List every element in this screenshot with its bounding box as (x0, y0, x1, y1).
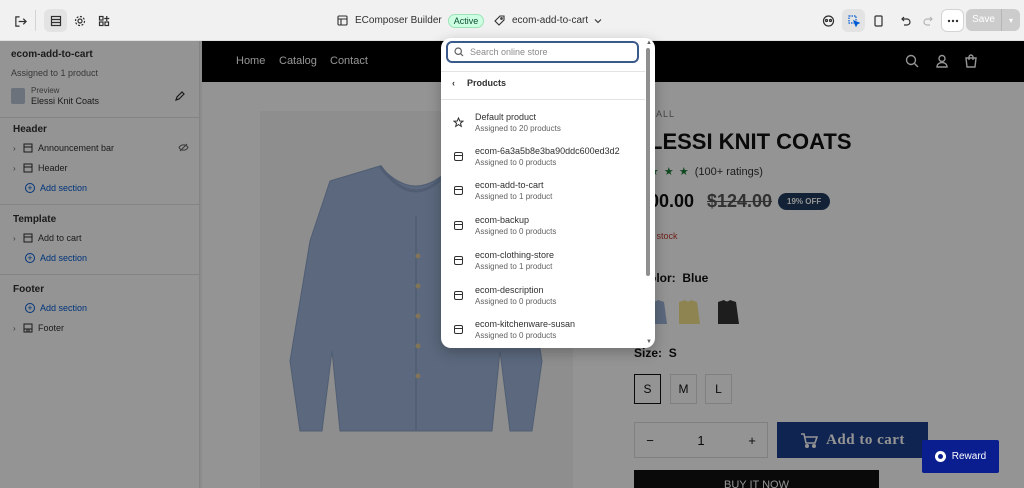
sections-icon (50, 15, 61, 26)
template-option-count: Assigned to 1 product (475, 192, 553, 201)
status-badge: Active (447, 13, 485, 28)
save-button[interactable]: Save ▾ (966, 9, 1020, 31)
mobile-view-button[interactable] (867, 9, 890, 32)
template-option[interactable]: ecom-kitchenware-susan Assigned to 0 prod… (446, 313, 638, 346)
template-option-count: Assigned to 0 products (475, 331, 557, 340)
undo-button[interactable] (893, 9, 916, 32)
template-option-name: ecom-add-to-cart (475, 180, 544, 190)
reward-label: Reward (951, 451, 987, 462)
top-bar: EComposer Builder Active ecom-add-to-car… (0, 0, 1024, 41)
undo-icon (900, 16, 911, 26)
template-icon (451, 185, 465, 196)
search-icon (454, 47, 464, 57)
template-option-name: ecom-backup (475, 215, 530, 225)
chevron-down-icon[interactable]: ▾ (1002, 16, 1020, 25)
star-icon (451, 117, 465, 128)
save-label: Save (966, 9, 1002, 31)
inspect-button[interactable] (842, 9, 865, 32)
more-button[interactable] (941, 9, 964, 32)
template-icon (451, 151, 465, 162)
preview-button[interactable] (817, 9, 840, 32)
template-option-selected[interactable]: ecom-add-to-cart Assigned to 1 product (446, 174, 638, 207)
chevron-left-icon: ‹ (452, 78, 455, 88)
tag-icon (494, 15, 505, 26)
mobile-icon (874, 14, 883, 27)
cursor-select-icon (847, 14, 860, 27)
template-icon (451, 290, 465, 301)
divider (35, 10, 36, 31)
search-field[interactable] (446, 41, 639, 63)
apps-button[interactable] (92, 9, 115, 32)
template-option-name: ecom-description (475, 285, 544, 295)
app-title-group: EComposer Builder Active (337, 0, 485, 41)
template-option-count: Assigned to 20 products (475, 124, 561, 133)
template-option-name: ecom-6a3a5b8e3ba90ddc600ed3d2 (475, 146, 620, 156)
template-selector[interactable]: ecom-add-to-cart (494, 0, 602, 41)
template-option[interactable]: Default product Assigned to 20 products (446, 106, 638, 139)
template-icon (451, 220, 465, 231)
scroll-up-icon[interactable]: ▲ (646, 40, 652, 46)
redo-icon (922, 16, 933, 26)
template-option-count: Assigned to 0 products (475, 158, 557, 167)
template-name: ecom-add-to-cart (512, 15, 589, 26)
app-title: EComposer Builder (355, 15, 442, 26)
eye-icon (822, 14, 835, 27)
exit-icon[interactable] (10, 11, 30, 31)
settings-button[interactable] (68, 9, 91, 32)
template-icon (451, 324, 465, 335)
template-option-name: ecom-clothing-store (475, 250, 555, 260)
divider (441, 99, 645, 100)
template-option-count: Assigned to 1 product (475, 262, 553, 271)
template-icon (451, 255, 465, 266)
template-option-name: ecom-kitchenware-susan (475, 319, 576, 329)
template-option[interactable]: ecom-clothing-store Assigned to 1 product (446, 244, 638, 277)
apps-icon (98, 15, 109, 26)
gear-icon (74, 15, 85, 26)
divider (441, 71, 645, 72)
search-input[interactable] (470, 47, 630, 57)
back-to-products[interactable]: ‹ Products (452, 78, 506, 88)
template-option-name: Default product (475, 112, 537, 122)
back-label: Products (467, 78, 507, 88)
reward-icon (934, 451, 946, 462)
sections-button[interactable] (44, 9, 67, 32)
reward-button[interactable]: Reward (922, 440, 999, 473)
scroll-down-icon[interactable]: ▼ (646, 339, 652, 345)
template-option-count: Assigned to 0 products (475, 297, 557, 306)
template-option[interactable]: ecom-description Assigned to 0 products (446, 279, 638, 312)
more-icon (947, 19, 958, 22)
scrollbar-thumb[interactable] (646, 48, 650, 276)
layout-icon (337, 15, 348, 26)
redo-button[interactable] (917, 9, 940, 32)
template-option[interactable]: ecom-6a3a5b8e3ba90ddc600ed3d2 Assigned to… (446, 140, 638, 173)
template-option[interactable]: ecom-backup Assigned to 0 products (446, 209, 638, 242)
template-dropdown: ‹ Products Default product Assigned to 20… (441, 38, 655, 348)
chevron-down-icon (594, 18, 602, 23)
template-option-count: Assigned to 0 products (475, 227, 557, 236)
